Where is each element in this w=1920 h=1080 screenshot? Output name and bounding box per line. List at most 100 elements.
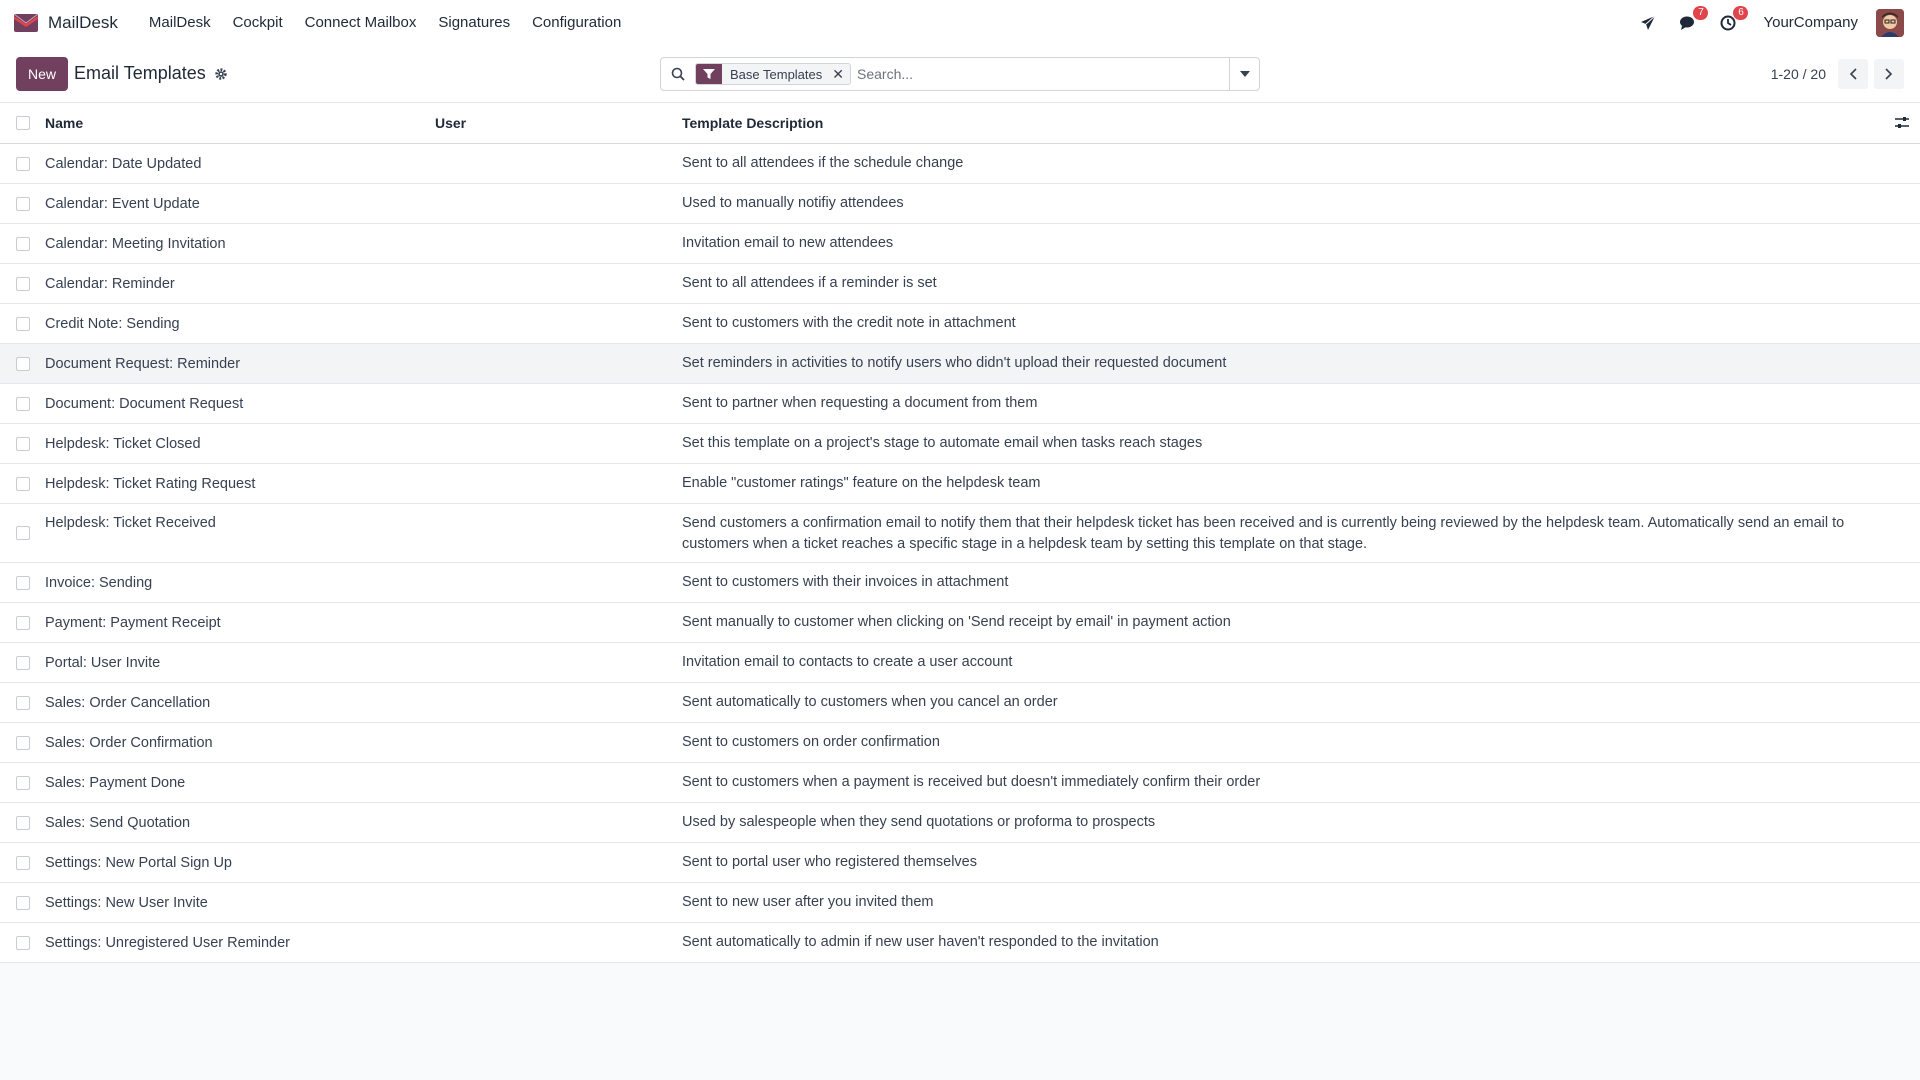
cell-description: Sent to customers with their invoices in… bbox=[682, 574, 1009, 590]
cell-description: Invitation email to contacts to create a… bbox=[682, 654, 1013, 670]
cell-name: Calendar: Event Update bbox=[45, 195, 200, 212]
cell-name: Invoice: Sending bbox=[45, 574, 153, 591]
cell-name: Helpdesk: Ticket Rating Request bbox=[45, 475, 256, 492]
chevron-right-icon[interactable] bbox=[1874, 59, 1904, 89]
cell-name: Sales: Send Quotation bbox=[45, 814, 191, 831]
column-header-name[interactable]: Name bbox=[45, 115, 83, 131]
table-row[interactable]: Calendar: Event Update Used to manually n… bbox=[0, 184, 1920, 224]
cell-description: Sent to customers on order confirmation bbox=[682, 734, 940, 750]
row-checkbox[interactable] bbox=[16, 236, 30, 251]
cell-description: Sent to portal user who registered thems… bbox=[682, 854, 977, 870]
row-checkbox[interactable] bbox=[16, 156, 30, 171]
messages-icon[interactable]: 7 bbox=[1677, 5, 1709, 34]
cell-description: Send customers a confirmation email to n… bbox=[682, 515, 1845, 552]
table-row[interactable]: Helpdesk: Ticket Rating Request Enable "c… bbox=[0, 464, 1920, 504]
select-all-checkbox[interactable] bbox=[16, 116, 30, 130]
table-row[interactable]: Helpdesk: Ticket Closed Set this template… bbox=[0, 424, 1920, 464]
cell-description: Sent to customers with the credit note i… bbox=[682, 315, 1016, 331]
row-checkbox[interactable] bbox=[16, 815, 30, 830]
row-checkbox[interactable] bbox=[16, 276, 30, 291]
table-row[interactable]: Payment: Payment Receipt Sent manually to… bbox=[0, 603, 1920, 643]
optional-columns-icon[interactable] bbox=[1894, 115, 1910, 131]
row-checkbox[interactable] bbox=[16, 575, 30, 590]
row-checkbox[interactable] bbox=[16, 935, 30, 950]
cell-description: Sent manually to customer when clicking … bbox=[682, 614, 1231, 630]
menu-item-cockpit[interactable]: Cockpit bbox=[222, 14, 294, 31]
cell-name: Document: Document Request bbox=[45, 395, 244, 412]
cell-name: Sales: Order Cancellation bbox=[45, 694, 211, 711]
column-header-user[interactable]: User bbox=[435, 115, 466, 131]
user-avatar[interactable] bbox=[1876, 8, 1904, 37]
cell-name: Calendar: Date Updated bbox=[45, 155, 202, 172]
top-navbar: MailDesk MailDesk Cockpit Connect Mailbo… bbox=[0, 0, 1920, 45]
table-row[interactable]: Helpdesk: Ticket Received Send customers … bbox=[0, 504, 1920, 563]
row-checkbox[interactable] bbox=[16, 396, 30, 411]
row-checkbox[interactable] bbox=[16, 316, 30, 331]
row-checkbox[interactable] bbox=[16, 615, 30, 630]
row-checkbox[interactable] bbox=[16, 526, 30, 540]
activities-badge: 6 bbox=[1733, 5, 1749, 20]
cell-name: Helpdesk: Ticket Closed bbox=[45, 435, 201, 452]
table-row[interactable]: Document: Document Request Sent to partne… bbox=[0, 384, 1920, 424]
row-checkbox[interactable] bbox=[16, 476, 30, 491]
chevron-left-icon[interactable] bbox=[1838, 59, 1868, 89]
control-panel: New Email Templates Base Templates ✕ 1-2… bbox=[0, 45, 1920, 103]
row-checkbox[interactable] bbox=[16, 695, 30, 710]
table-row[interactable]: Document Request: Reminder Set reminders … bbox=[0, 344, 1920, 384]
menu-item-signatures[interactable]: Signatures bbox=[427, 14, 521, 31]
table-row[interactable]: Invoice: Sending Sent to customers with t… bbox=[0, 563, 1920, 603]
pager-value[interactable]: 1-20 / 20 bbox=[1771, 66, 1826, 82]
table-row[interactable]: Settings: New Portal Sign Up Sent to port… bbox=[0, 843, 1920, 883]
cell-name: Sales: Payment Done bbox=[45, 774, 186, 791]
table-row[interactable]: Settings: New User Invite Sent to new use… bbox=[0, 883, 1920, 923]
row-checkbox[interactable] bbox=[16, 655, 30, 670]
filter-icon bbox=[696, 64, 722, 84]
table-row[interactable]: Sales: Order Cancellation Sent automatica… bbox=[0, 683, 1920, 723]
cell-description: Sent to customers when a payment is rece… bbox=[682, 774, 1261, 790]
filter-facet: Base Templates ✕ bbox=[695, 63, 851, 85]
cell-description: Sent to all attendees if the schedule ch… bbox=[682, 155, 964, 171]
pager: 1-20 / 20 bbox=[1771, 57, 1904, 91]
cell-name: Portal: User Invite bbox=[45, 654, 161, 671]
row-checkbox[interactable] bbox=[16, 436, 30, 451]
row-checkbox[interactable] bbox=[16, 775, 30, 790]
table-row[interactable]: Sales: Payment Done Sent to customers whe… bbox=[0, 763, 1920, 803]
templates-table: Name User Template Description Calendar:… bbox=[0, 103, 1920, 963]
menu-item-connect-mailbox[interactable]: Connect Mailbox bbox=[294, 14, 428, 31]
cell-name: Calendar: Meeting Invitation bbox=[45, 235, 226, 252]
close-icon[interactable]: ✕ bbox=[828, 66, 850, 83]
page-title: Email Templates bbox=[74, 63, 206, 83]
row-checkbox[interactable] bbox=[16, 196, 30, 211]
menu-item-maildesk[interactable]: MailDesk bbox=[138, 14, 222, 31]
cell-name: Helpdesk: Ticket Received bbox=[45, 515, 216, 531]
table-row[interactable]: Portal: User Invite Invitation email to c… bbox=[0, 643, 1920, 683]
cell-description: Sent to all attendees if a reminder is s… bbox=[682, 275, 937, 291]
search-icon[interactable] bbox=[661, 58, 695, 90]
column-header-description[interactable]: Template Description bbox=[682, 115, 823, 131]
menu-item-configuration[interactable]: Configuration bbox=[521, 14, 632, 31]
table-row[interactable]: Credit Note: Sending Sent to customers wi… bbox=[0, 304, 1920, 344]
row-checkbox[interactable] bbox=[16, 895, 30, 910]
row-checkbox[interactable] bbox=[16, 735, 30, 750]
chevron-down-icon[interactable] bbox=[1229, 58, 1259, 90]
gear-icon[interactable] bbox=[214, 67, 228, 81]
main-menu: MailDesk Cockpit Connect Mailbox Signatu… bbox=[138, 14, 632, 31]
table-row[interactable]: Sales: Send Quotation Used by salespeople… bbox=[0, 803, 1920, 843]
table-row[interactable]: Calendar: Reminder Sent to all attendees … bbox=[0, 264, 1920, 304]
systray: 7 6 YourCompany bbox=[1637, 0, 1904, 45]
new-button[interactable]: New bbox=[16, 56, 69, 91]
row-checkbox[interactable] bbox=[16, 356, 30, 371]
search-input[interactable] bbox=[851, 66, 1229, 82]
activities-clock-icon[interactable]: 6 bbox=[1717, 5, 1749, 34]
table-row[interactable]: Sales: Order Confirmation Sent to custome… bbox=[0, 723, 1920, 763]
app-brand[interactable]: MailDesk bbox=[14, 13, 118, 33]
row-checkbox[interactable] bbox=[16, 855, 30, 870]
table-row[interactable]: Settings: Unregistered User Reminder Sent… bbox=[0, 923, 1920, 963]
cell-description: Used by salespeople when they send quota… bbox=[682, 814, 1156, 830]
company-switcher[interactable]: YourCompany bbox=[1763, 14, 1858, 31]
cell-name: Settings: Unregistered User Reminder bbox=[45, 934, 290, 951]
table-row[interactable]: Calendar: Date Updated Sent to all attend… bbox=[0, 144, 1920, 184]
send-icon[interactable] bbox=[1637, 12, 1659, 34]
table-row[interactable]: Calendar: Meeting Invitation Invitation e… bbox=[0, 224, 1920, 264]
cell-description: Invitation email to new attendees bbox=[682, 235, 894, 251]
